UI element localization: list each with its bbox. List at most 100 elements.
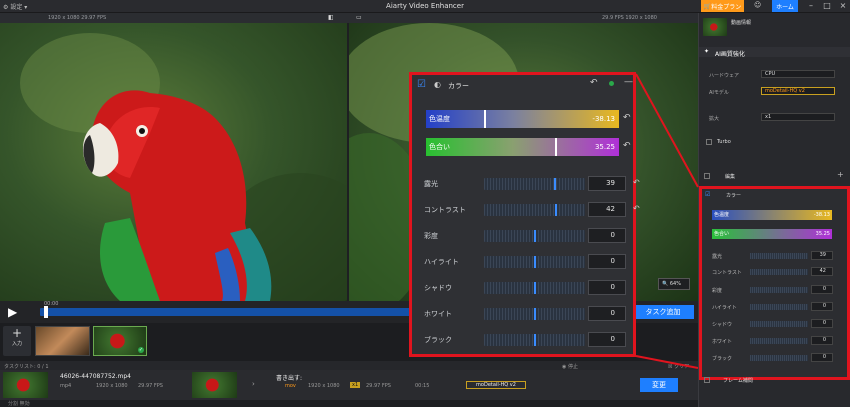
sidebar-highlight-value[interactable]: 0	[811, 302, 833, 311]
frame-interp-checkbox[interactable]	[704, 377, 710, 383]
sidebar-tint-slider[interactable]: 色合い 35.25	[712, 229, 832, 239]
white-handle[interactable]	[534, 308, 536, 320]
settings-sidebar: 動画情報 ✦ AI画質強化 ハードウェア CPU AIモデル moDetail-…	[698, 13, 850, 407]
sidebar-shadow-value[interactable]: 0	[811, 319, 833, 328]
close-icon[interactable]: ×	[838, 1, 848, 11]
sidebar-white-value[interactable]: 0	[811, 336, 833, 345]
settings-menu[interactable]: ⚙ 設定 ▾	[3, 2, 27, 11]
contrast-handle[interactable]	[555, 204, 557, 216]
temperature-handle[interactable]	[484, 110, 486, 128]
temperature-slider[interactable]: 色温度 -38.13	[426, 110, 619, 128]
black-value[interactable]: 0	[588, 332, 626, 347]
sidebar-contrast-value[interactable]: 42	[811, 267, 833, 276]
shadow-slider[interactable]	[484, 282, 585, 294]
sidebar-exposure-value[interactable]: 39	[811, 251, 833, 260]
white-slider[interactable]	[484, 308, 585, 320]
highlight-slider[interactable]	[484, 256, 585, 268]
stop-button[interactable]: ◉ 停止	[562, 363, 578, 370]
shadow-handle[interactable]	[534, 282, 536, 294]
sidebar-shadow-slider[interactable]	[750, 321, 808, 327]
collapse-icon[interactable]: —	[624, 77, 633, 87]
exposure-handle[interactable]	[554, 178, 556, 190]
play-icon[interactable]: ▶	[8, 305, 22, 319]
row-shadow[interactable]: シャドウ 0	[422, 279, 632, 296]
tint-handle[interactable]	[555, 138, 557, 156]
model-select[interactable]: moDetail-HQ v2	[761, 87, 835, 95]
temperature-reset-icon[interactable]: ↶	[623, 113, 631, 123]
clear-button[interactable]: ☒ クリア	[668, 363, 689, 370]
account-icon[interactable]: ☺	[754, 1, 761, 9]
maximize-icon[interactable]: □	[822, 1, 832, 11]
sidebar-highlight-slider[interactable]	[750, 304, 808, 310]
black-slider[interactable]	[484, 334, 585, 346]
contrast-reset-icon[interactable]: ↶	[633, 204, 640, 213]
change-button[interactable]: 変更	[640, 378, 678, 392]
black-handle[interactable]	[534, 334, 536, 346]
sidebar-saturation-slider[interactable]	[750, 287, 808, 293]
exposure-reset-icon[interactable]: ↶	[633, 178, 640, 187]
color-check-icon[interactable]: ☑	[705, 191, 710, 198]
sidebar-black-slider[interactable]	[750, 355, 808, 361]
ai-section-header[interactable]: ✦ AI画質強化	[699, 47, 850, 58]
row-saturation[interactable]: 彩度 0	[422, 227, 632, 244]
plan-button[interactable]: 🛒 料金プラン	[701, 0, 744, 12]
sidebar-exposure-slider[interactable]	[750, 253, 808, 259]
add-task-button[interactable]: タスク追加	[632, 305, 694, 319]
color-enable-checkbox[interactable]: ☑	[417, 79, 426, 90]
output-resolution: 29.9 FPS 1920 x 1080	[602, 15, 657, 21]
contrast-slider[interactable]	[484, 204, 585, 216]
add-icon[interactable]: +	[837, 170, 844, 179]
zoom-level[interactable]: 🔍 64%	[658, 278, 690, 290]
clip-thumbnail[interactable]	[35, 326, 90, 356]
row-white[interactable]: ホワイト 0	[422, 305, 632, 322]
reset-all-icon[interactable]: ↶	[590, 78, 598, 88]
home-button[interactable]: ホーム	[772, 0, 798, 12]
white-value[interactable]: 0	[588, 306, 626, 321]
turbo-checkbox[interactable]	[706, 139, 712, 145]
sidebar-row-black[interactable]: ブラック 0	[710, 353, 844, 363]
sidebar-row-shadow[interactable]: シャドウ 0	[710, 319, 844, 329]
contrast-value[interactable]: 42	[588, 202, 626, 217]
playhead[interactable]	[44, 306, 48, 318]
clip-thumbnail-selected[interactable]: ✓	[93, 326, 147, 356]
edit-checkbox[interactable]	[704, 173, 710, 179]
row-highlight[interactable]: ハイライト 0	[422, 253, 632, 270]
saturation-slider[interactable]	[484, 230, 585, 242]
row-contrast[interactable]: コントラスト 42 ↶	[422, 201, 640, 218]
exposure-slider[interactable]	[484, 178, 585, 190]
sidebar-black-value[interactable]: 0	[811, 353, 833, 362]
sidebar-white-slider[interactable]	[750, 338, 808, 344]
saturation-value[interactable]: 0	[588, 228, 626, 243]
sidebar-color-title: カラー	[726, 193, 742, 199]
tint-slider[interactable]: 色合い 35.25	[426, 138, 619, 156]
row-black[interactable]: ブラック 0	[422, 331, 632, 348]
split-status: 分割 無効	[8, 401, 30, 407]
highlight-value[interactable]: 0	[588, 254, 626, 269]
exposure-value[interactable]: 39	[588, 176, 626, 191]
minimize-icon[interactable]: –	[806, 1, 816, 11]
hardware-value: CPU	[765, 71, 776, 77]
sidebar-temperature-value: -38.13	[813, 212, 830, 218]
export-scale-badge: x1	[350, 382, 361, 388]
split-view-icon[interactable]: ◧	[328, 14, 334, 21]
sidebar-temperature-slider[interactable]: 色温度 -38.13	[712, 210, 832, 220]
scale-select[interactable]: x1	[761, 113, 835, 121]
saturation-handle[interactable]	[534, 230, 536, 242]
sidebar-row-white[interactable]: ホワイト 0	[710, 336, 844, 346]
sidebar-contrast-slider[interactable]	[750, 269, 808, 275]
sidebar-saturation-value[interactable]: 0	[811, 285, 833, 294]
sidebar-row-saturation[interactable]: 彩度 0	[710, 285, 844, 295]
task-row[interactable]: 46026-447087752.mp4 mp4 1920 x 1080 29.9…	[0, 370, 698, 400]
sidebar-row-contrast[interactable]: コントラスト 42	[710, 267, 844, 277]
add-input-button[interactable]: + 入力	[3, 326, 31, 356]
highlight-label: ハイライト	[424, 258, 459, 266]
sidebar-row-exposure[interactable]: 露光 39	[710, 251, 844, 261]
shadow-value[interactable]: 0	[588, 280, 626, 295]
highlight-handle[interactable]	[534, 256, 536, 268]
task-thumbnail	[3, 372, 48, 398]
sidebar-row-highlight[interactable]: ハイライト 0	[710, 302, 844, 312]
row-exposure[interactable]: 露光 39 ↶	[422, 175, 640, 192]
tint-reset-icon[interactable]: ↶	[623, 141, 631, 151]
single-view-icon[interactable]: ▭	[356, 14, 362, 21]
hardware-select[interactable]: CPU	[761, 70, 835, 78]
